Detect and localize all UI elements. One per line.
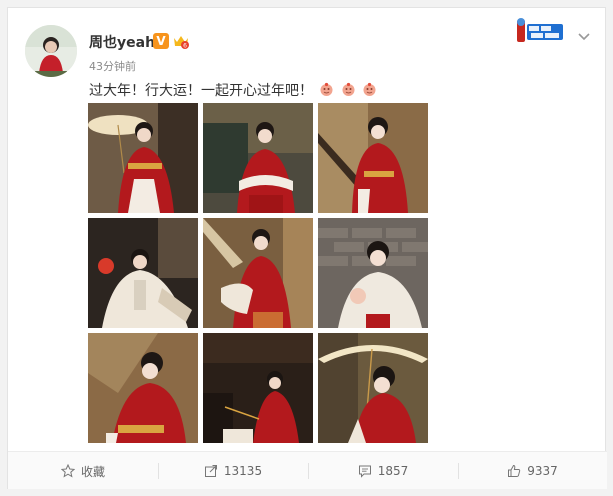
avatar[interactable] (25, 25, 77, 77)
new-year-event-logo-icon (516, 16, 566, 46)
comment-icon (358, 465, 371, 478)
favorite-label: 收藏 (80, 464, 105, 479)
post-timestamp[interactable]: 43分钟前 (89, 58, 136, 74)
comment-count: 1857 (377, 464, 409, 478)
post-text-content: 过大年！行大运！一起开心过年吧！ (89, 83, 313, 99)
photo-3[interactable] (318, 103, 428, 213)
red-envelope-icon (341, 82, 356, 97)
svg-text:6: 6 (183, 43, 187, 50)
comment-button[interactable]: 1857 (308, 452, 458, 490)
photo-5[interactable] (203, 218, 313, 328)
photo-8[interactable] (203, 333, 313, 443)
verified-badge-icon: V (153, 33, 169, 49)
favorite-button[interactable]: 收藏 (8, 452, 158, 490)
chevron-down-icon[interactable] (576, 28, 592, 44)
like-button[interactable]: 9337 (458, 452, 607, 490)
photo-6[interactable] (318, 218, 428, 328)
action-bar: 收藏 13135 1857 9337 (8, 451, 607, 489)
photo-grid (88, 103, 428, 443)
red-envelope-icon (319, 82, 334, 97)
thumbs-up-icon (508, 464, 521, 477)
weibo-post-card: 周也yeah V 6 43分钟前 过大年！行大运！一起开心过年吧！ 收藏 131… (7, 7, 607, 489)
member-crown-icon: 6 (172, 32, 190, 50)
photo-2[interactable] (203, 103, 313, 213)
red-envelope-icon (362, 82, 377, 97)
like-count: 9337 (527, 464, 558, 478)
photo-7[interactable] (88, 333, 198, 443)
post-text: 过大年！行大运！一起开心过年吧！ (89, 80, 377, 100)
username[interactable]: 周也yeah (89, 32, 155, 52)
repost-count: 13135 (223, 464, 263, 478)
share-icon (204, 465, 217, 477)
photo-9[interactable] (318, 333, 428, 443)
repost-button[interactable]: 13135 (158, 452, 308, 490)
photo-1[interactable] (88, 103, 198, 213)
photo-4[interactable] (88, 218, 198, 328)
star-icon (60, 464, 75, 478)
